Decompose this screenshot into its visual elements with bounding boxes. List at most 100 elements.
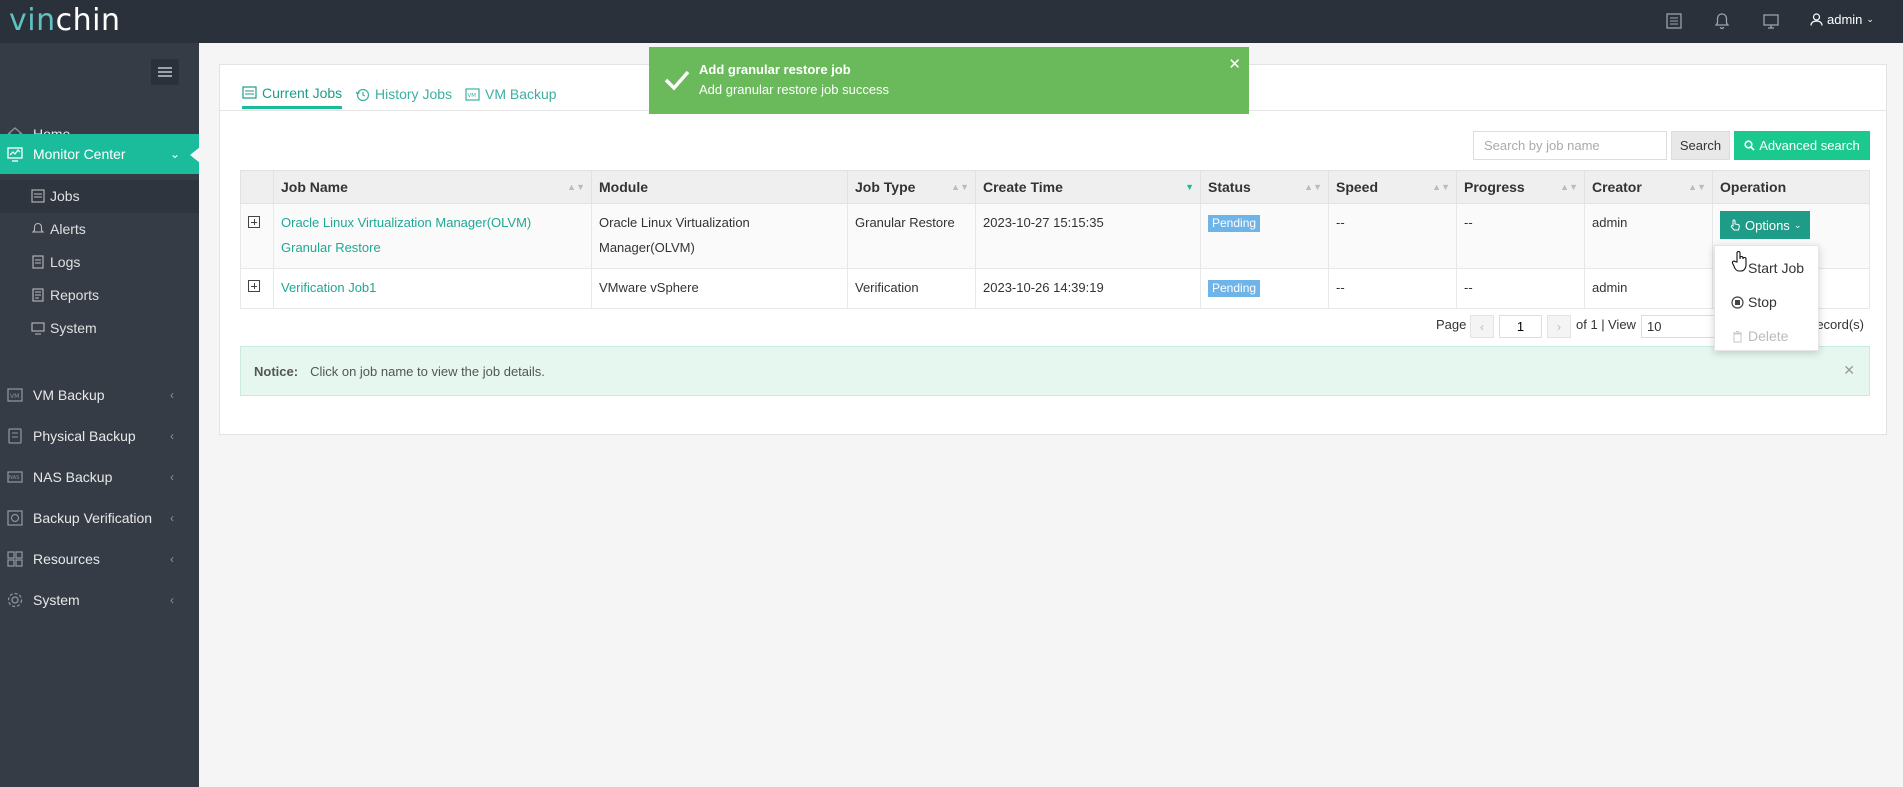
vm-backup-icon: VM — [7, 388, 23, 402]
sidebar-item-nas-backup[interactable]: NAS NAS Backup ‹ — [0, 457, 199, 497]
monitor-center-icon — [7, 147, 23, 162]
notice-bar: Notice: Click on job name to view the jo… — [240, 346, 1870, 396]
chevron-left-icon: ‹ — [170, 388, 174, 402]
toast-title: Add granular restore job — [699, 62, 851, 77]
jobs-icon — [31, 189, 45, 203]
jobs-table: Job Name ▲▼ Module Job Type ▲▼ Create Time… — [240, 170, 1870, 309]
menu-item-stop[interactable]: Stop — [1715, 288, 1818, 318]
backup-verification-icon — [7, 510, 23, 526]
close-icon[interactable]: ✕ — [1228, 55, 1241, 73]
table-header-row: Job Name ▲▼ Module Job Type ▲▼ Create Time… — [240, 170, 1870, 204]
chevron-down-icon: ⌄ — [1866, 14, 1874, 24]
expand-row-icon[interactable] — [248, 216, 260, 228]
chevron-left-icon: ‹ — [170, 470, 174, 484]
sidebar-item-backup-verification[interactable]: Backup Verification ‹ — [0, 498, 199, 538]
sidebar-item-monitor-center[interactable]: Monitor Center ⌄ — [0, 134, 200, 174]
vinchin-logo[interactable]: vinchin — [9, 3, 120, 38]
gear-icon — [7, 592, 23, 608]
status-badge: Pending — [1208, 215, 1261, 232]
sort-icon: ▲▼ — [1560, 182, 1578, 192]
sort-descending-icon: ▼ — [1185, 182, 1194, 192]
logs-icon — [32, 255, 44, 269]
next-page-button[interactable]: › — [1547, 315, 1571, 338]
sidebar-item-system[interactable]: System ‹ — [0, 580, 199, 620]
sidebar-subitem-logs[interactable]: Logs — [0, 246, 199, 279]
tab-current-jobs[interactable]: Current Jobs — [242, 79, 343, 109]
options-button[interactable]: Options ⌄ — [1720, 211, 1811, 239]
column-header-speed[interactable]: Speed ▲▼ — [1328, 170, 1457, 204]
menu-item-delete[interactable]: Delete — [1715, 322, 1818, 352]
advanced-search-button[interactable]: Advanced search — [1734, 131, 1870, 160]
sidebar-subitem-jobs[interactable]: Jobs — [0, 180, 199, 213]
job-name-link[interactable]: Oracle Linux Virtualization Manager(OLVM… — [281, 215, 531, 255]
column-header-creator[interactable]: Creator ▲▼ — [1584, 170, 1713, 204]
job-name-link[interactable]: Verification Job1 — [281, 280, 376, 295]
module-cell: Oracle Linux Virtualization Manager(OLVM… — [591, 203, 848, 269]
expand-row-icon[interactable] — [248, 280, 260, 292]
sidebar: Home Monitor Center ⌄ Jobs Alerts Logs R… — [0, 43, 200, 787]
bell-icon[interactable] — [1713, 12, 1731, 30]
jobs-panel: Current Jobs History Jobs VM VM Backup S… — [219, 64, 1887, 435]
hand-pointer-icon — [1730, 219, 1740, 231]
list-icon[interactable] — [1665, 12, 1683, 30]
user-name: admin — [1827, 12, 1863, 27]
sort-icon: ▲▼ — [1304, 182, 1322, 192]
sidebar-item-resources[interactable]: Resources ‹ — [0, 539, 199, 579]
status-badge: Pending — [1208, 280, 1261, 297]
table-row: Oracle Linux Virtualization Manager(OLVM… — [240, 203, 1870, 269]
physical-backup-icon — [8, 428, 22, 444]
close-icon[interactable]: ✕ — [1843, 362, 1855, 379]
trash-icon — [1733, 330, 1742, 343]
user-menu[interactable]: admin ⌄ — [1810, 12, 1874, 27]
search-button[interactable]: Search — [1671, 131, 1730, 160]
sidebar-toggle-button[interactable] — [151, 59, 179, 85]
system-monitor-icon — [31, 322, 45, 335]
column-header-module: Module — [591, 170, 848, 204]
chevron-left-icon: ‹ — [170, 429, 174, 443]
vm-backup-icon: VM — [465, 87, 480, 101]
speed-cell: -- — [1328, 268, 1457, 309]
sort-icon: ▲▼ — [951, 182, 969, 192]
column-header-job-name[interactable]: Job Name ▲▼ — [273, 170, 592, 204]
creator-cell: admin — [1584, 268, 1713, 309]
sort-icon: ▲▼ — [567, 182, 585, 192]
page-label: Page — [1436, 317, 1467, 332]
tab-history-jobs[interactable]: History Jobs — [355, 79, 452, 109]
options-dropdown-menu: Start Job Stop Delete — [1714, 245, 1819, 351]
bell-icon — [31, 222, 45, 233]
prev-page-button[interactable]: ‹ — [1470, 315, 1494, 338]
page-size-select[interactable]: 10 — [1641, 315, 1716, 338]
table-row: Verification Job1 VMware vSphere Verific… — [240, 268, 1870, 309]
job-type-cell: Granular Restore — [847, 203, 976, 269]
monitor-icon[interactable] — [1762, 12, 1780, 30]
search-input[interactable] — [1473, 131, 1667, 160]
column-header-create-time[interactable]: Create Time ▼ — [975, 170, 1201, 204]
reports-icon — [32, 288, 44, 302]
job-type-cell: Verification — [847, 268, 976, 309]
expand-column-header — [240, 170, 274, 204]
module-cell: VMware vSphere — [591, 268, 848, 309]
chevron-down-icon: ⌄ — [1793, 219, 1802, 230]
history-icon — [355, 88, 370, 101]
sidebar-subitem-alerts[interactable]: Alerts — [0, 213, 199, 246]
sidebar-item-vm-backup[interactable]: VM VM Backup ‹ — [0, 375, 199, 415]
search-icon — [1744, 140, 1755, 151]
page-number-input[interactable] — [1499, 315, 1542, 338]
sidebar-subitem-system[interactable]: System — [0, 312, 199, 345]
sidebar-item-physical-backup[interactable]: Physical Backup ‹ — [0, 416, 199, 456]
toast-message: Add granular restore job success — [699, 82, 890, 97]
chevron-left-icon: ‹ — [170, 552, 174, 566]
column-header-status[interactable]: Status ▲▼ — [1200, 170, 1329, 204]
sort-icon: ▲▼ — [1432, 182, 1450, 192]
column-header-job-type[interactable]: Job Type ▲▼ — [847, 170, 976, 204]
top-bar: vinchin admin ⌄ — [0, 0, 1903, 43]
user-icon — [1810, 13, 1823, 26]
column-header-progress[interactable]: Progress ▲▼ — [1456, 170, 1585, 204]
sidebar-subitem-reports[interactable]: Reports — [0, 279, 199, 312]
hand-cursor-icon — [1731, 251, 1747, 272]
speed-cell: -- — [1328, 203, 1457, 269]
create-time-cell: 2023-10-27 15:15:35 — [975, 203, 1201, 269]
resources-icon — [7, 551, 23, 567]
tab-vm-backup[interactable]: VM VM Backup — [465, 79, 557, 109]
progress-cell: -- — [1456, 268, 1585, 309]
